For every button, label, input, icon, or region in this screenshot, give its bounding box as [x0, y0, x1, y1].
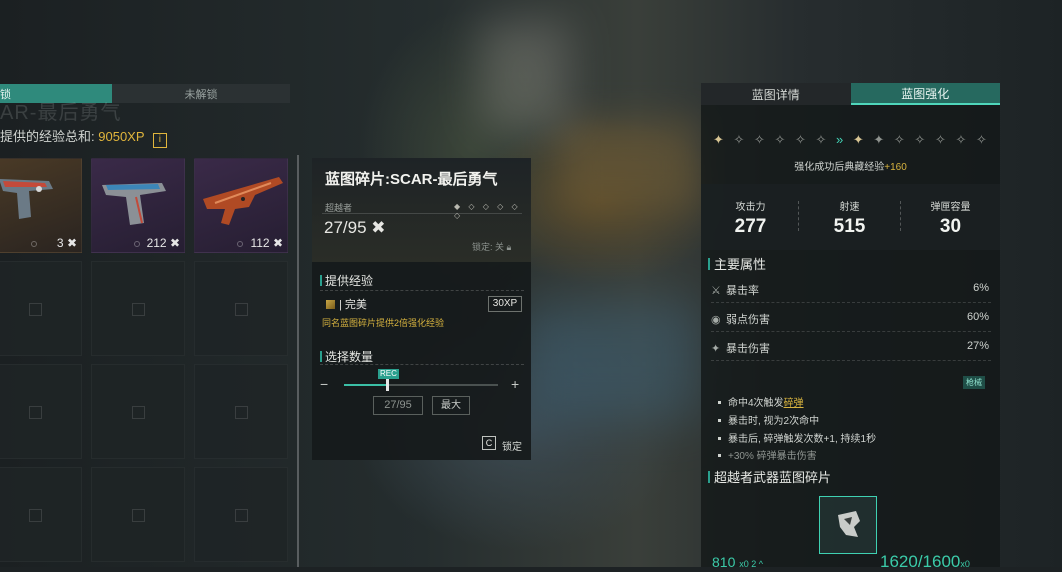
rec-badge: REC	[378, 369, 399, 379]
quality-icon	[326, 300, 335, 309]
fragment-card[interactable]: 212 ✖	[91, 158, 185, 253]
arrow-icon: »	[836, 132, 847, 147]
minus-button[interactable]: −	[320, 376, 328, 392]
fragment-count: 27/95 ✖	[324, 218, 386, 237]
enhance-level-stars: ✦ ✧ ✧ ✧ ✧ ✧ » ✦ ✦ ✧ ✧ ✧ ✧ ✧	[713, 132, 990, 147]
weapon-tag: 枪械	[963, 376, 985, 389]
divider	[322, 213, 522, 214]
attr-crit-rate: ⚔ 暴击率 6%	[711, 282, 991, 304]
bg-blur-3	[480, 20, 570, 130]
perk-line: +30% 碎弹暴击伤害	[718, 447, 817, 462]
perk-line: 暴击后, 碎弹触发次数+1, 持续1秒	[718, 430, 876, 445]
perk-keyword-link[interactable]: 碎弹	[784, 398, 804, 409]
divider	[320, 364, 524, 365]
slider-knob[interactable]	[386, 379, 390, 391]
attr-weakpoint-dmg: ◉ 弱点伤害 60%	[711, 311, 991, 333]
xp-sum: 提供的经验总和: 9050XP i	[0, 126, 167, 148]
max-button[interactable]: 最大	[432, 396, 470, 415]
empty-slot	[194, 364, 288, 459]
stat-fire-rate: 射速 515	[833, 202, 866, 237]
crit-dmg-icon: ✦	[711, 343, 721, 355]
provide-xp-heading: 提供经验	[320, 272, 373, 289]
crit-rate-icon: ⚔	[711, 285, 721, 297]
tab-locked[interactable]: 未解锁	[112, 84, 290, 103]
select-qty-heading: 选择数量	[320, 348, 373, 365]
fragment-icon	[838, 511, 860, 537]
main-attrs-heading: 主要属性	[708, 254, 766, 273]
empty-slot	[0, 261, 82, 356]
card-marker	[31, 241, 37, 247]
grid-scrollbar[interactable]	[297, 155, 299, 567]
fragments-heading: 超越者武器蓝图碎片	[708, 467, 831, 486]
empty-slot	[91, 467, 185, 562]
ghost-weapon-title: AR-最后勇气	[0, 102, 122, 124]
weakpoint-icon: ◉	[711, 314, 721, 326]
lock-key-hint[interactable]: C	[482, 436, 496, 450]
slider-fill	[344, 384, 388, 386]
bg-blur-1	[560, 120, 700, 210]
bottom-left-counter: 810 x0 2 ^	[712, 554, 763, 570]
double-xp-note: 同名蓝图碎片提供2倍强化经验	[322, 318, 445, 328]
empty-slot	[0, 364, 82, 459]
bottom-right-counter: 1620/1600x0	[880, 552, 970, 571]
card-count: 112 ✖	[250, 236, 283, 250]
card-marker	[237, 241, 243, 247]
card-count: 3 ✖	[56, 236, 77, 250]
empty-slot	[0, 467, 82, 562]
quality-row: | 完美	[326, 296, 367, 312]
card-count: 212 ✖	[146, 236, 180, 250]
stat-magazine: 弹匣容量 30	[930, 202, 971, 237]
tab-blueprint-enhance[interactable]: 蓝图强化	[850, 83, 1000, 105]
fragment-tooltip: 蓝图碎片:SCAR-最后勇气 超越者 ◆ ◇ ◇ ◇ ◇ ◇ 27/95 ✖ 锁…	[312, 158, 531, 460]
divider	[320, 290, 524, 291]
quantity-slider[interactable]	[344, 379, 498, 391]
empty-slot	[91, 261, 185, 356]
quality-xp: 30XP	[488, 296, 522, 312]
attr-crit-dmg: ✦ 暴击伤害 27%	[711, 340, 991, 362]
empty-slot	[91, 364, 185, 459]
right-tab-bar: 蓝图详情 蓝图强化	[701, 83, 1000, 105]
quantity-input[interactable]: 27/95	[373, 396, 423, 415]
empty-slot	[194, 261, 288, 356]
card-marker	[134, 241, 140, 247]
bg-blur-2	[520, 300, 700, 420]
plus-button[interactable]: +	[511, 376, 519, 392]
star-icon: ✦	[713, 132, 727, 147]
stat-attack: 攻击力 277	[734, 202, 767, 237]
info-icon[interactable]: i	[152, 133, 167, 148]
fragment-card[interactable]: 112 ✖	[194, 158, 288, 253]
xp-sum-value: 9050XP	[98, 129, 145, 144]
xp-sum-label: 提供的经验总和:	[0, 129, 95, 144]
empty-slot	[194, 467, 288, 562]
perk-line: 命中4次触发碎弹	[718, 394, 804, 409]
fragment-card[interactable]: 3 ✖	[0, 158, 82, 253]
fragment-slot[interactable]	[819, 496, 877, 554]
stats-box: 攻击力 277 射速 515 弹匣容量 30	[701, 184, 1000, 250]
lock-icon: 🔒︎	[506, 242, 512, 252]
rarity-dots: ◆ ◇ ◇ ◇ ◇ ◇	[454, 202, 521, 220]
enhance-note: 强化成功后典藏经验+160	[794, 162, 907, 173]
star-icon: ✦	[852, 132, 867, 147]
perk-line: 暴击时, 视为2次命中	[718, 412, 819, 427]
lock-label[interactable]: 锁定	[502, 438, 522, 453]
tooltip-title: 蓝图碎片:SCAR-最后勇气	[325, 171, 498, 188]
tab-blueprint-detail[interactable]: 蓝图详情	[701, 83, 851, 105]
lock-status: 锁定: 关 🔒︎	[472, 242, 512, 252]
